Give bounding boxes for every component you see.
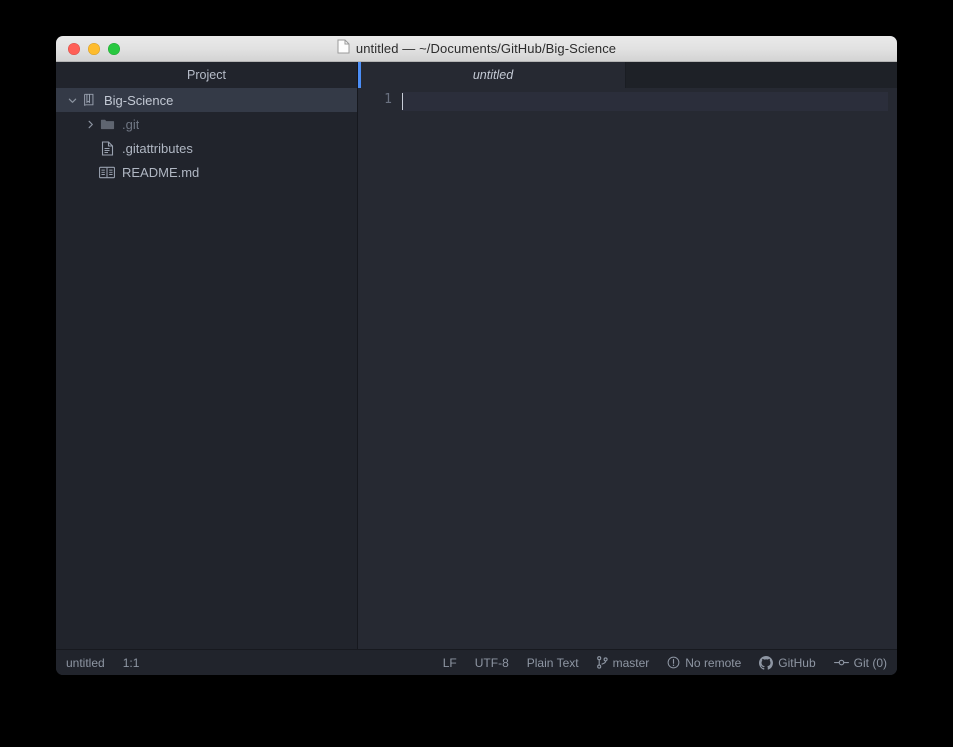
line-number-gutter: 1 [358,88,402,649]
tree-item-label: Big-Science [104,92,174,108]
code-content[interactable] [402,88,897,649]
status-branch[interactable]: master [596,655,650,670]
status-git-changes[interactable]: Git (0) [833,655,887,670]
minimize-button[interactable] [88,42,100,55]
tree-item-label: README.md [122,164,200,180]
status-bar: untitled 1:1 LF UTF-8 Plain Text master [56,649,897,675]
status-git-label: Git (0) [853,655,887,670]
tab-untitled[interactable]: untitled [361,62,626,88]
status-left-group: untitled 1:1 [66,656,139,670]
file-text-icon [98,140,116,156]
status-github[interactable]: GitHub [759,655,816,670]
tree-item-gitattributes[interactable]: .gitattributes [56,136,357,160]
status-remote[interactable]: No remote [667,656,741,670]
markdown-book-icon [98,166,116,179]
title-bar: untitled — ~/Documents/GitHub/Big-Scienc… [56,36,897,62]
book-repository-icon [80,93,98,107]
status-github-label: GitHub [778,655,816,670]
active-line-highlight [402,92,888,111]
status-line-ending[interactable]: LF [443,656,457,670]
document-icon [337,39,350,59]
folder-icon [98,117,116,131]
tab-label: untitled [472,68,514,82]
close-button[interactable] [68,42,80,55]
status-file-name[interactable]: untitled [66,656,105,670]
tree-item-git-folder[interactable]: .git [56,112,357,136]
active-pane-accent [358,62,361,88]
text-editor[interactable]: 1 [358,88,897,649]
chevron-down-icon[interactable] [64,96,80,105]
status-encoding[interactable]: UTF-8 [475,656,509,670]
git-commit-icon [833,656,849,669]
window-title-group: untitled — ~/Documents/GitHub/Big-Scienc… [56,36,897,61]
window-body: Project Big-Science .git .gitattributes … [56,62,897,649]
tree-item-label: .git [122,116,140,132]
status-right-group: LF UTF-8 Plain Text master No remote Git… [443,655,887,670]
github-icon [759,655,774,670]
status-branch-label: master [612,655,650,670]
tree-item-big-science[interactable]: Big-Science [56,88,357,112]
window-controls [68,42,120,55]
application-window: untitled — ~/Documents/GitHub/Big-Scienc… [56,36,897,675]
alert-circle-icon [667,656,680,669]
window-title: untitled — ~/Documents/GitHub/Big-Scienc… [355,41,617,56]
tree-item-readme[interactable]: README.md [56,160,357,184]
status-remote-label: No remote [685,655,742,670]
project-tree[interactable]: Big-Science .git .gitattributes README.m… [56,88,357,649]
line-number: 1 [384,92,392,107]
status-cursor-position[interactable]: 1:1 [123,656,140,670]
project-panel-header: Project [56,62,357,88]
editor-area: untitled 1 [358,62,897,649]
tree-item-label: .gitattributes [122,140,193,156]
project-sidebar: Project Big-Science .git .gitattributes … [56,62,358,649]
maximize-button[interactable] [108,42,120,55]
git-branch-icon [596,656,608,669]
chevron-right-icon[interactable] [82,120,98,129]
status-grammar[interactable]: Plain Text [527,656,579,670]
tab-bar: untitled [358,62,897,88]
text-cursor [402,93,403,110]
